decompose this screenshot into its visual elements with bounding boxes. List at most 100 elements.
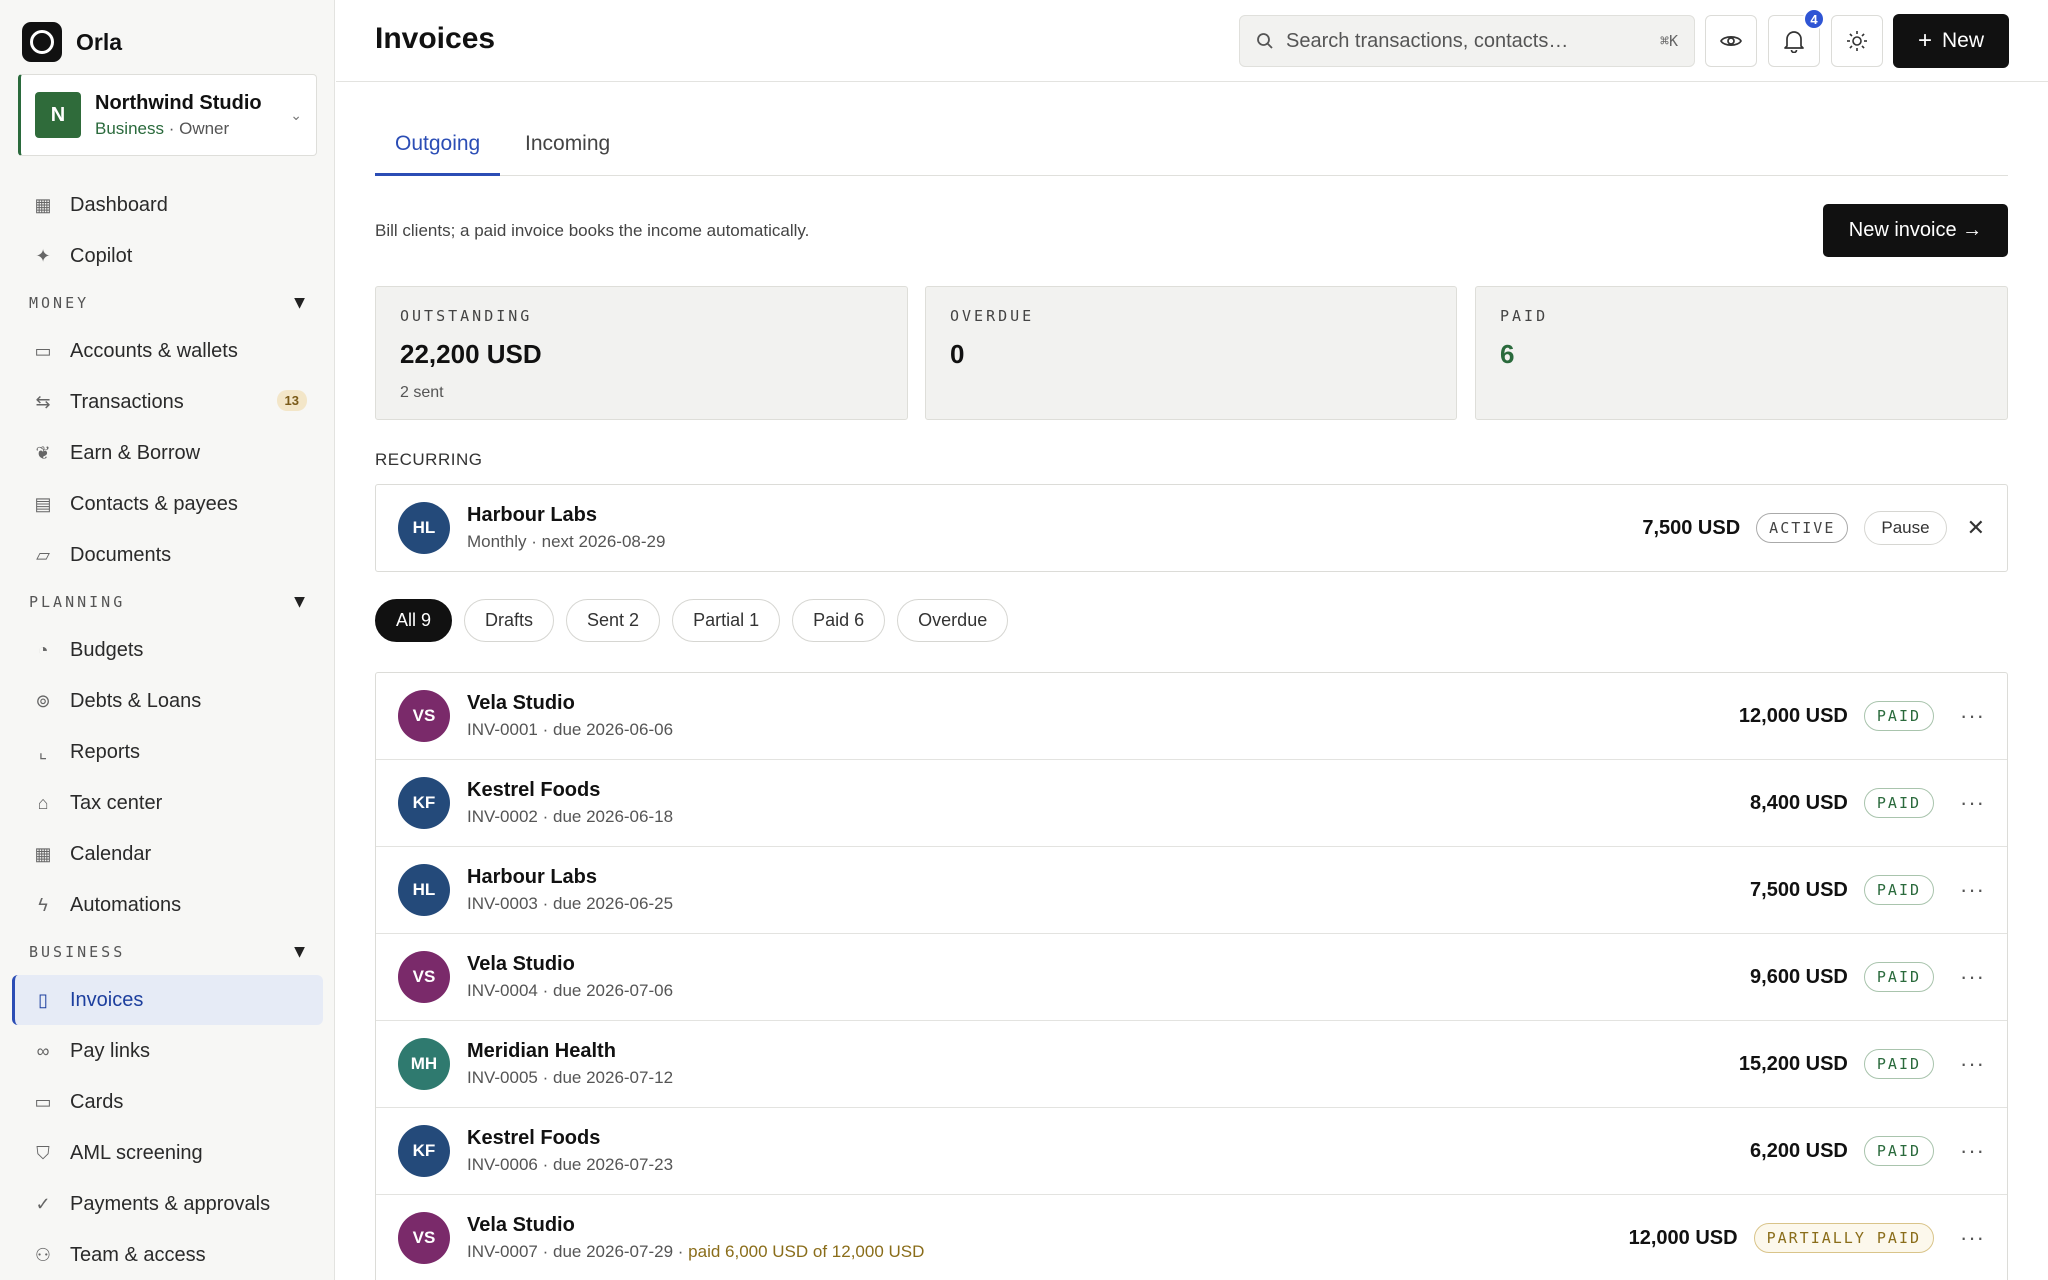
pie-icon: ◔ — [37, 639, 49, 660]
org-name: Northwind Studio — [95, 91, 262, 114]
sidebar-section-planning[interactable]: PLANNING ▼ — [29, 591, 305, 612]
new-button[interactable]: + New — [1893, 14, 2009, 68]
wallet-icon: ▭ — [34, 340, 52, 361]
invoice-amount: 12,000 USD — [1628, 1226, 1738, 1249]
line-chart-icon: ⌞ — [38, 741, 48, 762]
tab-outgoing[interactable]: Outgoing — [375, 132, 501, 176]
sidebar-item-label: Transactions — [70, 390, 184, 413]
sidebar-item-documents[interactable]: ▱ Documents — [12, 530, 323, 580]
more-options-icon[interactable]: ··· — [1960, 964, 1985, 990]
more-options-icon[interactable]: ··· — [1960, 790, 1985, 816]
sidebar-item-reports[interactable]: ⌞ Reports — [12, 727, 323, 777]
notifications-button[interactable]: 4 — [1768, 8, 1825, 67]
invoice-row[interactable]: VS Vela Studio INV-0001 · due 2026-06-06 12… — [376, 673, 2007, 760]
privacy-toggle-button[interactable] — [1705, 15, 1757, 67]
sidebar-item-copilot[interactable]: ✦ Copilot — [12, 231, 323, 281]
invoice-row[interactable]: KF Kestrel Foods INV-0006 · due 2026-07-23… — [376, 1108, 2007, 1195]
sidebar-item-payments-approvals[interactable]: ✓ Payments & approvals — [12, 1179, 323, 1229]
invoice-row[interactable]: VS Vela Studio INV-0004 · due 2026-07-06 9,… — [376, 934, 2007, 1021]
client-name: Kestrel Foods — [467, 1127, 601, 1149]
sidebar-item-label: Payments & approvals — [70, 1192, 271, 1215]
close-icon[interactable]: ✕ — [1967, 515, 1985, 541]
brand[interactable]: Orla — [22, 22, 122, 62]
shield-icon: ⛉ — [36, 1142, 50, 1163]
sidebar-item-contacts-payees[interactable]: ▤ Contacts & payees — [12, 479, 323, 529]
search-input[interactable]: Search transactions, contacts… ⌘K — [1239, 15, 1695, 67]
more-options-icon[interactable]: ··· — [1960, 1051, 1985, 1077]
sidebar-item-label: Contacts & payees — [70, 492, 238, 515]
sidebar-item-tax-center[interactable]: ⌂ Tax center — [12, 778, 323, 828]
sidebar-item-aml-screening[interactable]: ⛉ AML screening — [12, 1128, 323, 1178]
sidebar-item-label: AML screening — [70, 1141, 203, 1164]
folder-icon: ▱ — [36, 544, 50, 565]
schedule-text: Monthly · next 2026-08-29 — [467, 532, 666, 551]
stat-sub: 2 sent — [400, 384, 444, 401]
invoice-meta: INV-0006 · due 2026-07-23 — [467, 1155, 674, 1174]
tab-bar: Outgoing Incoming — [375, 132, 2008, 176]
new-invoice-button[interactable]: New invoice → — [1823, 204, 2008, 257]
org-switcher[interactable]: N Northwind Studio Business · Owner ⌄ — [18, 74, 317, 156]
more-options-icon[interactable]: ··· — [1960, 877, 1985, 903]
page-title: Invoices — [375, 22, 496, 55]
sidebar-item-label: Tax center — [70, 791, 163, 814]
sidebar-item-debts-loans[interactable]: ⊚ Debts & Loans — [12, 676, 323, 726]
stat-label: PAID — [1500, 307, 1549, 325]
stat-outstanding: OUTSTANDING 22,200 USD 2 sent — [375, 286, 908, 420]
top-bar: Invoices Search transactions, contacts… … — [336, 0, 2048, 82]
sidebar-section-money[interactable]: MONEY ▼ — [29, 292, 305, 313]
eye-icon — [1720, 36, 1742, 46]
sidebar-item-earn-borrow[interactable]: ❦ Earn & Borrow — [12, 428, 323, 478]
sidebar-item-label: Team & access — [70, 1243, 206, 1266]
filter-chip[interactable]: Sent 2 — [566, 599, 661, 642]
sidebar-item-label: Pay links — [70, 1039, 151, 1062]
recurring-invoice-card[interactable]: HL Harbour Labs Monthly · next 2026-08-2… — [375, 484, 2008, 572]
filter-chip[interactable]: All 9 — [375, 599, 453, 642]
grid-icon: ▦ — [34, 194, 52, 215]
status-badge: PAID — [1863, 962, 1935, 992]
status-badge: PAID — [1863, 1049, 1935, 1079]
bolt-icon: ϟ — [38, 894, 48, 915]
section-title: PLANNING — [29, 592, 126, 611]
invoice-row[interactable]: KF Kestrel Foods INV-0002 · due 2026-06-18… — [376, 760, 2007, 847]
notification-count-badge: 4 — [1803, 8, 1825, 30]
sidebar-item-calendar[interactable]: ▦ Calendar — [12, 829, 323, 879]
sidebar-item-team-access[interactable]: ⚇ Team & access — [12, 1230, 323, 1280]
sidebar-item-transactions[interactable]: ⇆ Transactions 13 — [12, 377, 323, 427]
filter-chip[interactable]: Partial 1 — [672, 599, 781, 642]
filter-chip[interactable]: Overdue — [897, 599, 1009, 642]
collapse-caret-icon: ▼ — [294, 941, 305, 962]
sidebar-item-invoices[interactable]: ▯ Invoices — [12, 975, 323, 1025]
invoice-list: VS Vela Studio INV-0001 · due 2026-06-06 12… — [375, 672, 2008, 1280]
sidebar-item-pay-links[interactable]: ∞ Pay links — [12, 1026, 323, 1076]
avatar: VS — [398, 690, 450, 742]
more-options-icon[interactable]: ··· — [1960, 703, 1985, 729]
invoice-meta: INV-0007 · due 2026-07-29 · — [467, 1242, 684, 1261]
avatar: MH — [398, 1038, 450, 1090]
sidebar-item-label: Documents — [70, 543, 172, 566]
sidebar-item-label: Accounts & wallets — [70, 339, 238, 362]
filter-chip[interactable]: Drafts — [464, 599, 555, 642]
sidebar-item-dashboard[interactable]: ▦ Dashboard — [12, 180, 323, 230]
status-badge: PAID — [1863, 875, 1935, 905]
sidebar-item-label: Debts & Loans — [70, 689, 202, 712]
invoice-row[interactable]: MH Meridian Health INV-0005 · due 2026-07-… — [376, 1021, 2007, 1108]
sidebar-item-accounts-wallets[interactable]: ▭ Accounts & wallets — [12, 326, 323, 376]
filter-chip[interactable]: Paid 6 — [792, 599, 886, 642]
sidebar-item-budgets[interactable]: ◔ Budgets — [12, 625, 323, 675]
sidebar-section-business[interactable]: BUSINESS ▼ — [29, 941, 305, 962]
tab-incoming[interactable]: Incoming — [505, 132, 630, 176]
avatar: KF — [398, 777, 450, 829]
more-options-icon[interactable]: ··· — [1960, 1225, 1985, 1251]
sidebar-item-cards[interactable]: ▭ Cards — [12, 1077, 323, 1127]
client-name: Kestrel Foods — [467, 779, 601, 801]
theme-toggle-button[interactable] — [1831, 15, 1883, 67]
invoice-amount: 12,000 USD — [1738, 704, 1848, 727]
contact-card-icon: ▤ — [34, 493, 52, 514]
sidebar-item-automations[interactable]: ϟ Automations — [12, 880, 323, 930]
more-options-icon[interactable]: ··· — [1960, 1138, 1985, 1164]
invoice-row[interactable]: HL Harbour Labs INV-0003 · due 2026-06-25 7… — [376, 847, 2007, 934]
pause-button[interactable]: Pause — [1864, 511, 1947, 545]
invoice-meta: INV-0001 · due 2026-06-06 — [467, 720, 674, 739]
sidebar-item-label: Invoices — [70, 988, 144, 1011]
invoice-row[interactable]: VS Vela Studio INV-0007 · due 2026-07-29 ·… — [376, 1195, 2007, 1280]
